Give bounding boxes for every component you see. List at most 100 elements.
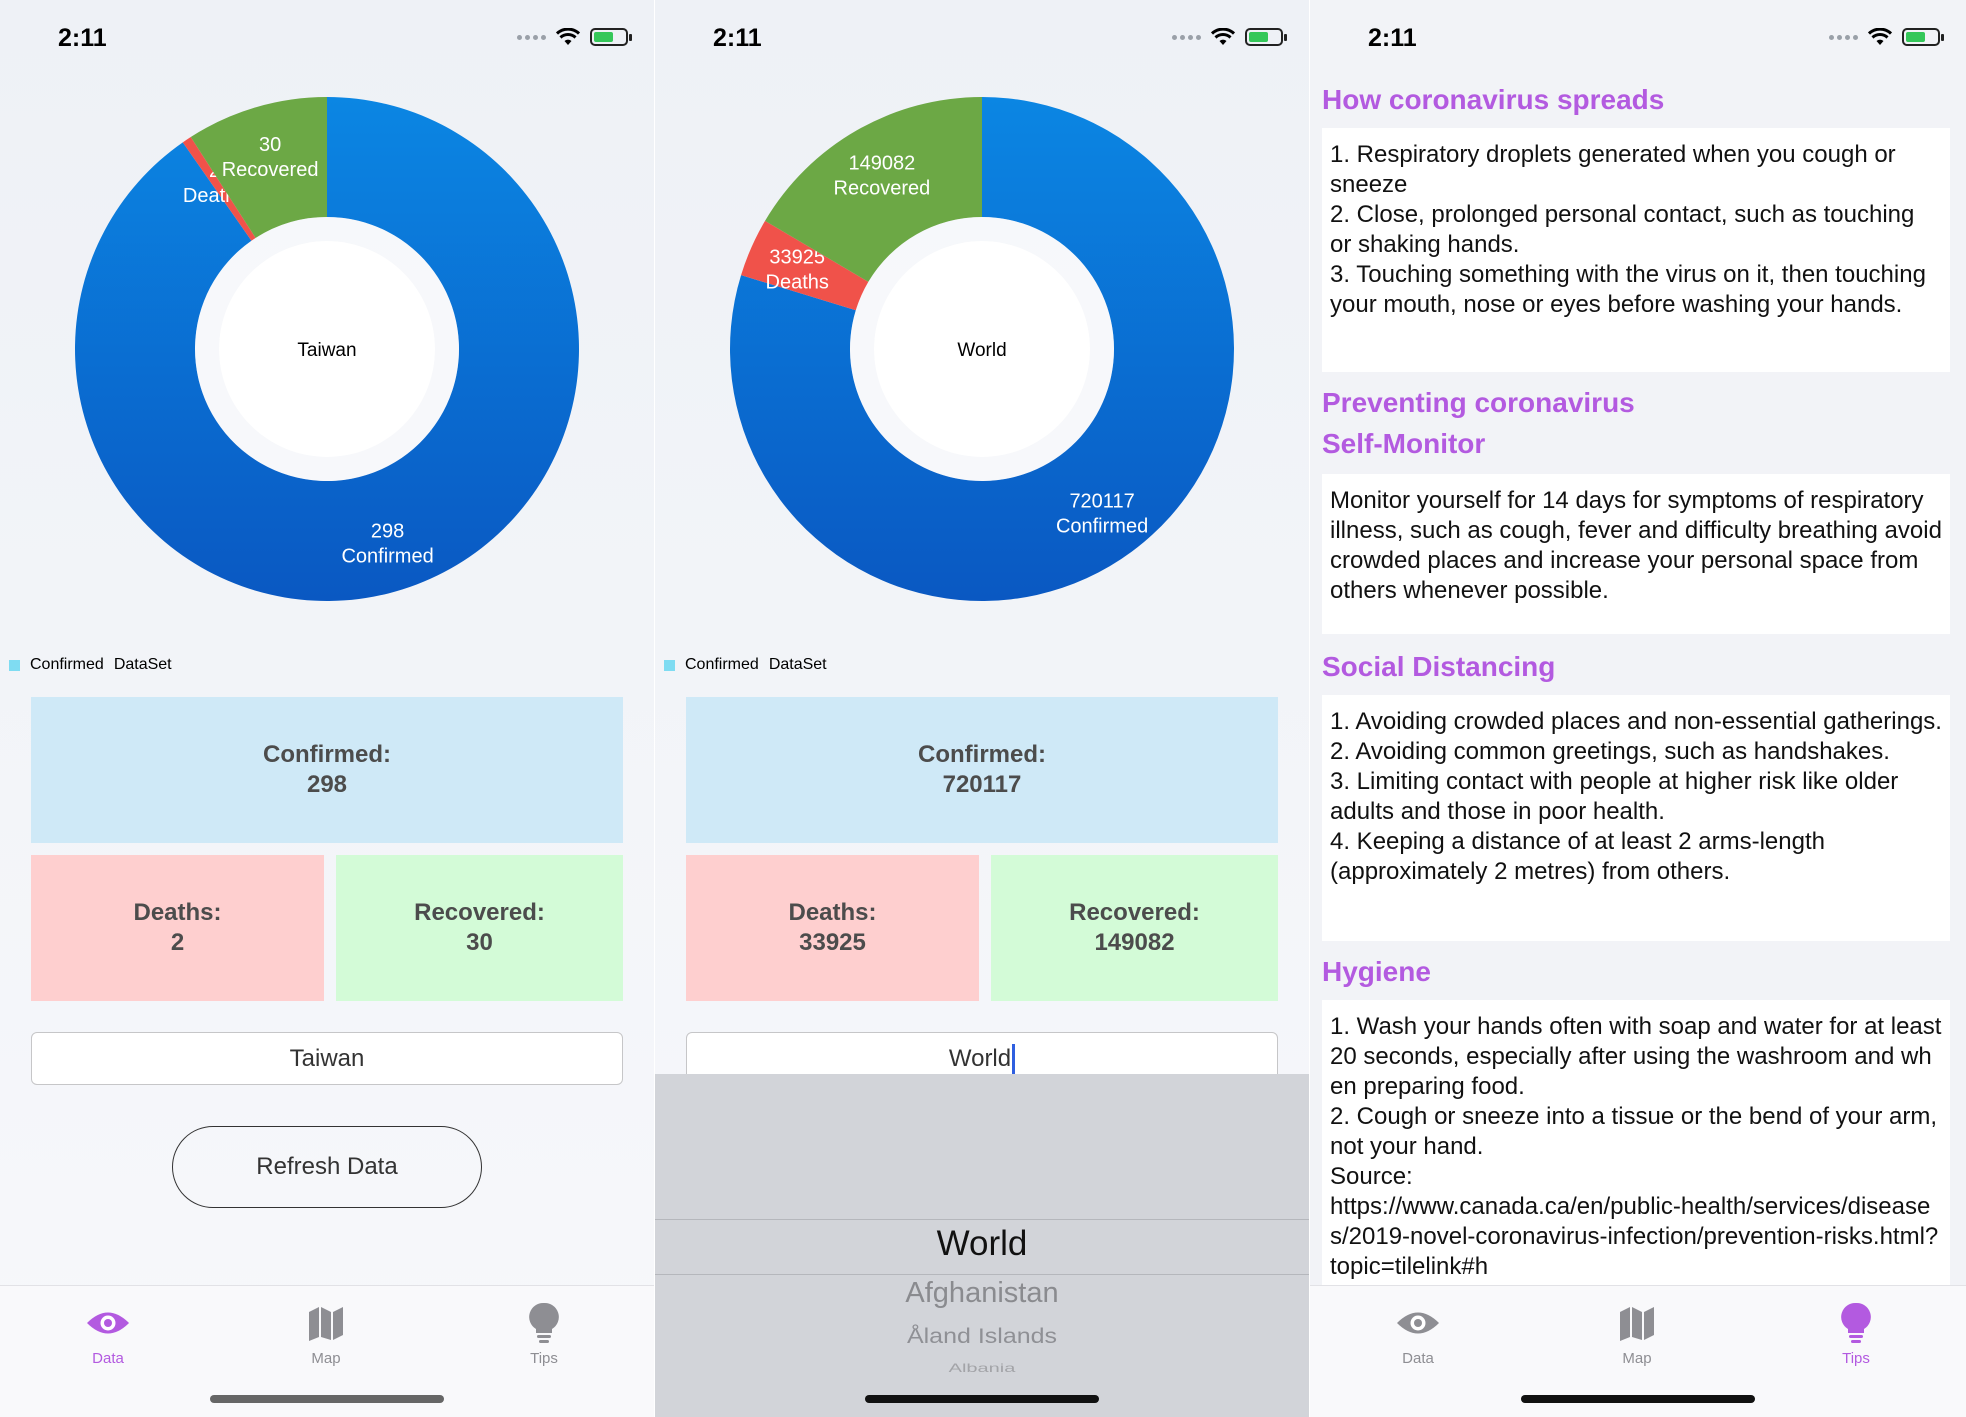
battery-icon xyxy=(1245,28,1287,46)
deaths-label: Deaths: xyxy=(788,899,877,926)
signal-icon xyxy=(1172,34,1201,40)
region-input-value: World xyxy=(948,1044,1012,1072)
wifi-icon xyxy=(1211,28,1235,45)
picker-selection-line xyxy=(655,1219,1309,1220)
region-picker[interactable]: World Afghanistan Åland Islands Albania xyxy=(655,1074,1309,1417)
pie-chart: 720117 Confirmed 33925 Deaths 149082 Recovere… xyxy=(730,97,1234,601)
region-input-value: Taiwan xyxy=(289,1044,365,1072)
picker-option[interactable]: Afghanistan xyxy=(655,1277,1309,1310)
prevent-heading: Preventing coronavirus xyxy=(1322,387,1635,418)
hygiene-text: 1. Wash your hands often with soap and w… xyxy=(1322,1000,1950,1300)
recovered-label: Recovered: xyxy=(414,899,545,926)
tab-map-label: Map xyxy=(1622,1350,1652,1367)
tab-data-label: Data xyxy=(92,1350,124,1367)
slice-name-label: Confirmed xyxy=(1056,515,1148,537)
social-distancing-text: 1. Avoiding crowded places and non-essen… xyxy=(1322,695,1950,941)
recovered-card: Recovered: 149082 xyxy=(991,855,1278,1001)
slice-name-label: Confirmed xyxy=(341,546,433,568)
chart-legend: Confirmed DataSet xyxy=(664,656,827,674)
slice-value-label: 149082 xyxy=(849,153,916,175)
deaths-label: Deaths: xyxy=(133,899,222,926)
tab-tips-label: Tips xyxy=(530,1350,558,1367)
lightbulb-icon xyxy=(529,1302,559,1343)
spread-heading: How coronavirus spreads xyxy=(1322,84,1665,115)
tab-map[interactable]: Map xyxy=(266,1302,386,1367)
home-indicator xyxy=(210,1395,444,1403)
self-monitor-text: Monitor yourself for 14 days for symptom… xyxy=(1322,474,1950,634)
spread-text: 1. Respiratory droplets generated when y… xyxy=(1322,128,1950,372)
wifi-icon xyxy=(1868,28,1892,45)
pie-chart-svg: 720117Confirmed33925Deaths149082Recovere… xyxy=(730,97,1234,601)
data-screen-taiwan: 2:11 298Confirmed2Deaths30RecoveredTaiwa… xyxy=(0,0,654,1417)
slice-value-label: 30 xyxy=(259,134,281,156)
pie-chart-svg: 298Confirmed2Deaths30RecoveredTaiwan xyxy=(74,97,579,601)
confirmed-card: Confirmed: 720117 xyxy=(686,697,1278,843)
tab-data[interactable]: Data xyxy=(48,1302,168,1367)
recovered-value: 30 xyxy=(466,929,493,956)
wifi-icon xyxy=(556,28,580,45)
status-time: 2:11 xyxy=(58,24,107,52)
tab-tips[interactable]: Tips xyxy=(1796,1302,1916,1367)
legend-label: Confirmed xyxy=(30,656,104,673)
tips-screen: 2:11 How coronavirus spreads 1. Respirat… xyxy=(1310,0,1966,1417)
tab-bar: Data Map Tips xyxy=(0,1285,654,1417)
chart-center-label: World xyxy=(957,340,1006,361)
tab-data-label: Data xyxy=(1402,1350,1434,1367)
legend-swatch xyxy=(664,659,675,671)
lightbulb-icon xyxy=(1841,1302,1871,1343)
picker-option[interactable]: Albania xyxy=(655,1362,1309,1376)
tab-tips[interactable]: Tips xyxy=(484,1302,604,1367)
legend-dataset: DataSet xyxy=(768,656,827,673)
hygiene-heading: Hygiene xyxy=(1322,956,1431,987)
deaths-value: 33925 xyxy=(799,929,866,956)
confirmed-card: Confirmed: 298 xyxy=(31,697,623,843)
picker-option[interactable]: World xyxy=(655,1224,1309,1264)
deaths-card: Deaths: 33925 xyxy=(686,855,979,1001)
slice-name-label: Recovered xyxy=(834,178,931,200)
deaths-card: Deaths: 2 xyxy=(31,855,324,1001)
signal-icon xyxy=(1829,34,1858,40)
status-time: 2:11 xyxy=(713,24,762,52)
slice-name-label: Deaths xyxy=(766,271,829,293)
tab-map[interactable]: Map xyxy=(1577,1302,1697,1367)
chart-center-label: Taiwan xyxy=(297,340,356,361)
picker-option[interactable]: Åland Islands xyxy=(655,1324,1309,1349)
signal-icon xyxy=(517,34,546,40)
pie-chart: 298Confirmed2Deaths30RecoveredTaiwan xyxy=(74,97,579,601)
self-monitor-heading: Self-Monitor xyxy=(1322,428,1486,459)
confirmed-label: Confirmed: xyxy=(918,741,1046,768)
text-caret xyxy=(1012,1043,1016,1074)
map-icon xyxy=(1620,1307,1654,1341)
tab-bar: Data Map Tips xyxy=(1310,1285,1966,1417)
slice-value-label: 720117 xyxy=(1069,490,1134,512)
map-icon xyxy=(309,1307,343,1341)
tab-tips-label: Tips xyxy=(1842,1350,1870,1367)
battery-icon xyxy=(590,28,632,46)
legend-label: Confirmed xyxy=(685,656,759,673)
recovered-card: Recovered: 30 xyxy=(336,855,623,1001)
tab-data[interactable]: Data xyxy=(1358,1302,1478,1367)
slice-name-label: Recovered xyxy=(222,159,319,181)
status-time: 2:11 xyxy=(1368,24,1417,52)
picker-selection-line xyxy=(655,1274,1309,1275)
region-input[interactable]: Taiwan xyxy=(31,1032,623,1085)
refresh-data-button[interactable]: Refresh Data xyxy=(172,1126,482,1208)
recovered-value: 149082 xyxy=(1094,929,1175,956)
legend-swatch xyxy=(9,659,20,671)
home-indicator xyxy=(865,1395,1099,1403)
status-icons xyxy=(1829,28,1944,46)
data-screen-world: 2:11 720117 Confirmed 33925 Deaths 149082 Rec… xyxy=(655,0,1309,1417)
chart-legend: Confirmed DataSet xyxy=(9,656,172,674)
status-icons xyxy=(517,28,632,46)
legend-dataset: DataSet xyxy=(113,656,172,673)
status-icons xyxy=(1172,28,1287,46)
social-distancing-heading: Social Distancing xyxy=(1322,651,1556,682)
home-indicator xyxy=(1521,1395,1755,1403)
eye-icon xyxy=(1397,1312,1439,1334)
slice-value-label: 298 xyxy=(371,521,404,543)
confirmed-value: 720117 xyxy=(942,771,1022,798)
confirmed-label: Confirmed: xyxy=(263,741,391,768)
confirmed-value: 298 xyxy=(306,771,348,798)
recovered-label: Recovered: xyxy=(1069,899,1200,926)
eye-icon xyxy=(87,1312,129,1334)
